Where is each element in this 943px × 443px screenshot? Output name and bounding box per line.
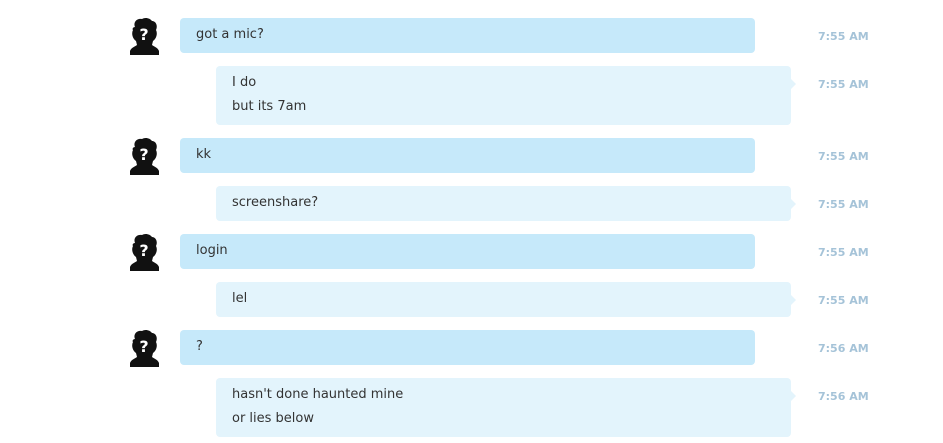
message-text: I do: [232, 75, 257, 90]
message-bubble-incoming[interactable]: kk: [180, 138, 755, 173]
svg-text:?: ?: [139, 145, 148, 164]
message-text: login: [196, 243, 228, 258]
message-text: kk: [196, 147, 212, 162]
message-timestamp: 7:55 AM: [818, 198, 869, 211]
svg-text:?: ?: [139, 337, 148, 356]
message-timestamp: 7:56 AM: [818, 390, 869, 403]
message-text: hasn't done haunted mine: [232, 387, 404, 402]
message-bubble-outgoing[interactable]: screenshare?: [216, 186, 796, 221]
message-timestamp: 7:56 AM: [818, 342, 869, 355]
unknown-user-icon[interactable]: ?: [128, 329, 160, 367]
unknown-user-icon[interactable]: ?: [128, 17, 160, 56]
unknown-user-icon[interactable]: ?: [128, 233, 160, 271]
svg-text:?: ?: [139, 241, 148, 260]
message-bubble-incoming[interactable]: login: [180, 234, 755, 269]
message-timestamp: 7:55 AM: [818, 246, 869, 259]
message-bubble-incoming[interactable]: got a mic?: [180, 18, 755, 53]
message-bubble-outgoing[interactable]: lel: [216, 282, 796, 317]
svg-text:?: ?: [139, 25, 148, 44]
message-bubble-outgoing[interactable]: I do but its 7am: [216, 66, 796, 125]
message-bubble-outgoing[interactable]: hasn't done haunted mine or lies below: [216, 378, 796, 437]
message-text: got a mic?: [196, 27, 264, 42]
message-timestamp: 7:55 AM: [818, 294, 869, 307]
message-bubble-incoming[interactable]: ?: [180, 330, 755, 365]
message-text: lel: [232, 291, 248, 306]
message-timestamp: 7:55 AM: [818, 150, 869, 163]
unknown-user-icon[interactable]: ?: [128, 137, 160, 175]
message-timestamp: 7:55 AM: [818, 30, 869, 43]
message-text: screenshare?: [232, 195, 319, 210]
message-text: but its 7am: [232, 99, 307, 114]
message-timestamp: 7:55 AM: [818, 78, 869, 91]
message-text: ?: [196, 339, 203, 354]
message-text: or lies below: [232, 411, 315, 426]
